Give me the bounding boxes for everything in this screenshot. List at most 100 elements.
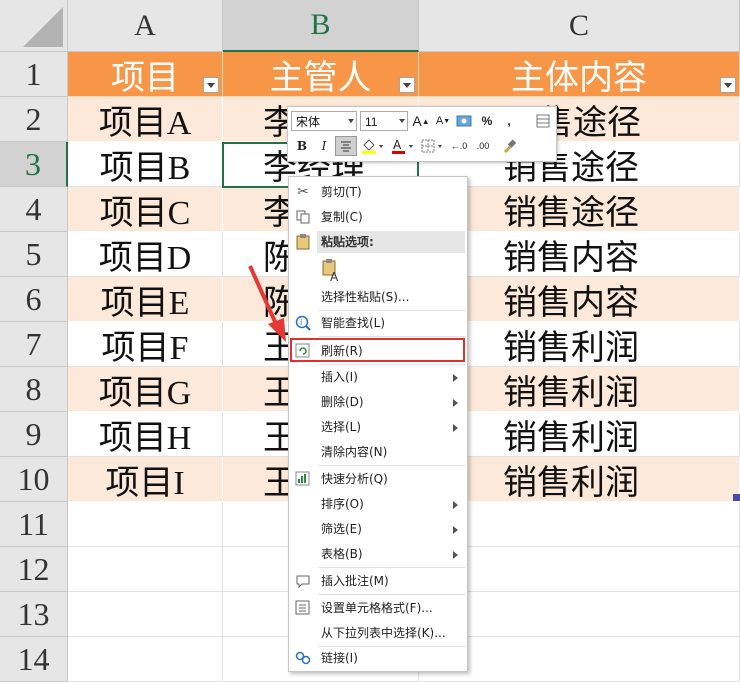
menu-item-pick-from-list[interactable]: 从下拉列表中选择(K)... [289,621,467,645]
cell-a11[interactable] [68,502,223,547]
svg-text:A: A [330,270,339,282]
row-header-10[interactable]: 10 [0,457,68,502]
row-header-13[interactable]: 13 [0,592,68,637]
menu-item-insert-comment[interactable]: 插入批注(M) [289,569,467,593]
row-header-11[interactable]: 11 [0,502,68,547]
select-all-corner[interactable] [0,0,68,52]
header-cell-a[interactable]: 项目 [68,52,223,97]
submenu-arrow-icon [453,374,458,382]
row-header-9[interactable]: 9 [0,412,68,457]
menu-item-copy[interactable]: 复制(C) [289,205,467,229]
cell-a10[interactable]: 项目I [68,457,223,502]
font-color-button[interactable]: A [388,136,416,156]
filter-dropdown-c[interactable] [720,77,736,93]
menu-item-table[interactable]: 表格(B) [289,542,467,566]
row-header-1[interactable]: 1 [0,52,68,97]
format-painter-button[interactable] [498,136,520,156]
increase-decimal-button[interactable]: ←.0 [448,136,470,156]
menu-separator [319,567,465,568]
menu-item-delete[interactable]: 删除(D) [289,390,467,414]
font-color-icon: A [392,138,413,154]
decrease-decimal-button[interactable]: .00 [472,136,494,156]
context-menu: ✂ 剪切(T) 复制(C) 粘贴选项: A 选择性粘贴(S)... i 智能查找(L… [288,176,468,672]
menu-item-cut[interactable]: ✂ 剪切(T) [289,180,467,204]
brush-icon [504,139,517,153]
row-header-8[interactable]: 8 [0,367,68,412]
row-header-14[interactable]: 14 [0,637,68,682]
menu-item-insert[interactable]: 插入(I) [289,365,467,389]
refresh-highlight-box [290,338,465,362]
row-header-2[interactable]: 2 [0,97,68,142]
font-size-combo[interactable]: 11 [360,111,408,131]
row-header-7[interactable]: 7 [0,322,68,367]
submenu-arrow-icon [453,501,458,509]
table-resize-handle[interactable] [733,494,740,501]
header-cell-c[interactable]: 主体内容 [419,52,740,97]
bold-button[interactable]: B [291,136,313,156]
menu-item-format-cells[interactable]: 设置单元格格式(F)... [289,596,467,620]
row-header-4[interactable]: 4 [0,187,68,232]
row-header-3[interactable]: 3 [0,142,68,187]
select-all-triangle [23,7,63,47]
cell-a7[interactable]: 项目F [68,322,223,367]
row-header-6[interactable]: 6 [0,277,68,322]
cell-a5[interactable]: 项目D [68,232,223,277]
header-cell-b[interactable]: 主管人 [223,52,419,97]
italic-button[interactable]: I [313,136,335,156]
link-icon [294,649,312,667]
mini-toolbar: 宋体 11 A ▲ A ▼ % , B I A ←.0 .00 [287,106,557,162]
cell-a12[interactable] [68,547,223,592]
copy-icon [294,208,312,226]
menu-item-clear-contents[interactable]: 清除内容(N) [289,440,467,464]
cell-a3[interactable]: 项目B [68,142,223,187]
cell-a2[interactable]: 项目A [68,97,223,142]
menu-label-format-cells: 设置单元格格式(F)... [321,601,433,615]
menu-label-insert-comment: 插入批注(M) [321,574,389,588]
menu-label-quick-analysis: 快速分析(Q) [321,472,388,486]
menu-label-filter: 筛选(E) [321,522,362,536]
column-header-a[interactable]: A [68,0,223,52]
menu-item-quick-analysis[interactable]: 快速分析(Q) [289,467,467,491]
smart-lookup-icon: i [294,314,312,332]
borders-button[interactable] [418,136,446,156]
shrink-font-button[interactable]: A ▼ [432,111,454,131]
font-name-combo[interactable]: 宋体 [291,111,357,131]
format-table-button[interactable] [532,111,554,131]
menu-item-link[interactable]: 链接(I) [289,646,467,670]
submenu-arrow-icon [453,551,458,559]
grow-font-button[interactable]: A ▲ [410,111,432,131]
accounting-format-button[interactable] [454,111,476,131]
submenu-arrow-icon [453,424,458,432]
header-label-a: 项目 [111,59,179,97]
align-center-button[interactable] [335,136,357,156]
cell-a9[interactable]: 项目H [68,412,223,457]
cell-a4[interactable]: 项目C [68,187,223,232]
cell-a8[interactable]: 项目G [68,367,223,412]
row-header-12[interactable]: 12 [0,547,68,592]
menu-item-filter[interactable]: 筛选(E) [289,517,467,541]
cell-a13[interactable] [68,592,223,637]
quick-analysis-icon [294,470,312,488]
filter-dropdown-a[interactable] [203,77,219,93]
grow-font-icon: A [412,113,422,129]
column-header-b[interactable]: B [223,0,419,52]
menu-item-select[interactable]: 选择(L) [289,415,467,439]
menu-label-clear-contents: 清除内容(N) [321,445,388,459]
menu-label-insert: 插入(I) [321,370,358,384]
paste-option-values[interactable]: A [289,256,467,284]
column-header-c[interactable]: C [419,0,740,52]
menu-item-smart-lookup[interactable]: i 智能查找(L) [289,311,467,335]
comma-style-button[interactable]: , [498,111,520,131]
filter-dropdown-b[interactable] [399,77,415,93]
menu-label-copy: 复制(C) [321,210,363,224]
menu-item-paste-special[interactable]: 选择性粘贴(S)... [289,285,467,309]
cell-a14[interactable] [68,637,223,682]
cell-a6[interactable]: 项目E [68,277,223,322]
svg-text:i: i [300,318,302,327]
fill-color-button[interactable] [358,136,386,156]
menu-label-smart-lookup: 智能查找(L) [321,316,386,330]
menu-separator [319,336,465,337]
menu-item-sort[interactable]: 排序(O) [289,492,467,516]
row-header-5[interactable]: 5 [0,232,68,277]
percent-style-button[interactable]: % [476,111,498,131]
